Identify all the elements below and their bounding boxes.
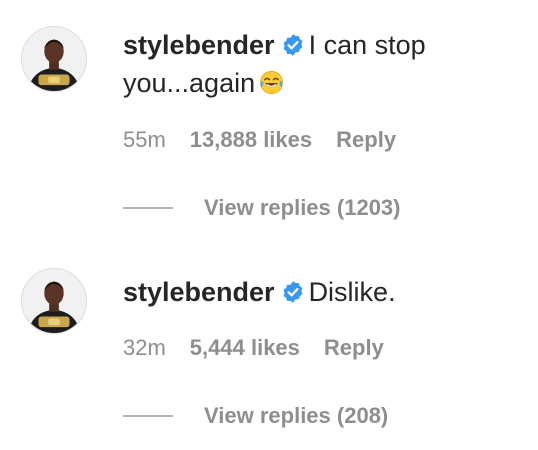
likes-count[interactable]: 5,444 likes (190, 335, 300, 360)
comment-meta: 32m 5,444 likes Reply (123, 334, 384, 362)
username-link[interactable]: stylebender (123, 277, 275, 307)
view-replies-label[interactable]: View replies (208) (204, 403, 388, 428)
face-with-tears-of-joy-icon (259, 70, 284, 95)
avatar[interactable] (21, 26, 87, 92)
comment-text: stylebender I can stop you...again (123, 26, 523, 102)
comment-timestamp: 55m (123, 127, 166, 152)
comment-body: Dislike. (308, 277, 396, 307)
reply-button[interactable]: Reply (324, 335, 384, 360)
comment-timestamp: 32m (123, 335, 166, 360)
replies-divider (123, 206, 173, 209)
comment-meta: 55m 13,888 likes Reply (123, 126, 396, 154)
avatar-image (22, 269, 86, 333)
username-link[interactable]: stylebender (123, 30, 275, 60)
avatar[interactable] (21, 268, 87, 334)
verified-badge-icon (281, 280, 305, 304)
view-replies-button[interactable]: View replies (208) (123, 402, 388, 430)
view-replies-label[interactable]: View replies (1203) (204, 195, 401, 220)
avatar-image (22, 27, 86, 91)
likes-count[interactable]: 13,888 likes (190, 127, 312, 152)
verified-badge-icon (281, 33, 305, 57)
view-replies-button[interactable]: View replies (1203) (123, 194, 401, 222)
reply-button[interactable]: Reply (336, 127, 396, 152)
comment-text: stylebender Dislike. (123, 273, 523, 311)
replies-divider (123, 414, 173, 417)
